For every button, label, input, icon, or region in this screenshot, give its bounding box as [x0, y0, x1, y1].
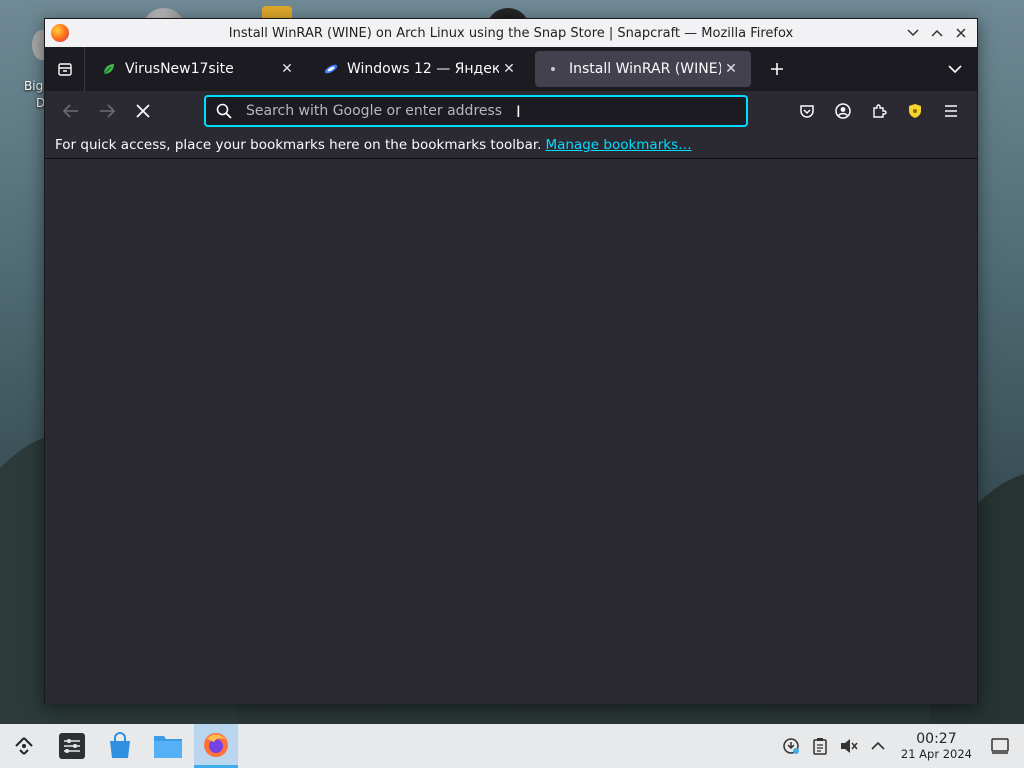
- close-tab-icon[interactable]: ✕: [499, 61, 519, 77]
- close-tab-icon[interactable]: ✕: [721, 61, 741, 77]
- tab-label: VirusNew17site: [125, 61, 234, 77]
- taskbar-discover-app[interactable]: [98, 724, 142, 768]
- settings-sliders-icon: [59, 733, 85, 759]
- tab-label: Windows 12 — Яндекс Д: [347, 61, 499, 77]
- firefox-view-button[interactable]: [45, 47, 85, 91]
- shield-extension-button[interactable]: [899, 95, 931, 127]
- account-button[interactable]: [827, 95, 859, 127]
- text-cursor-icon: I: [516, 102, 521, 121]
- show-hidden-icons-chevron-up-icon[interactable]: [864, 732, 892, 760]
- stop-loading-button[interactable]: [125, 95, 161, 127]
- hamburger-menu-icon: [945, 105, 957, 117]
- folder-icon: [154, 736, 182, 758]
- close-window-button[interactable]: [951, 23, 971, 43]
- firefox-view-icon: [57, 63, 72, 76]
- page-content-area[interactable]: [45, 160, 977, 704]
- chevron-down-icon: [948, 65, 962, 73]
- volume-muted-icon[interactable]: [835, 732, 863, 760]
- loading-dot-icon: [545, 61, 561, 77]
- firefox-icon: [204, 732, 228, 757]
- taskbar-settings-app[interactable]: [50, 724, 94, 768]
- forward-button[interactable]: [89, 95, 125, 127]
- bookmarks-toolbar: For quick access, place your bookmarks h…: [45, 131, 977, 159]
- desktop-icon-label-line1: Big: [24, 79, 44, 93]
- tab-bar: VirusNew17site ✕ Windows 12 — Яндекс Д ✕…: [45, 47, 977, 91]
- application-launcher[interactable]: [2, 724, 46, 768]
- taskbar: 00:27 21 Apr 2024: [0, 724, 1024, 768]
- launcher-icon: [15, 737, 33, 755]
- account-icon: [835, 103, 851, 119]
- shield-icon: [909, 104, 921, 118]
- close-tab-icon[interactable]: ✕: [277, 61, 297, 77]
- tab-virusnew17site[interactable]: VirusNew17site ✕: [91, 51, 307, 87]
- back-button[interactable]: [53, 95, 89, 127]
- toolbar-right: [791, 95, 967, 127]
- manage-bookmarks-link[interactable]: Manage bookmarks…: [545, 137, 691, 153]
- puzzle-icon: [873, 104, 887, 118]
- blue-swirl-icon: [323, 61, 339, 77]
- tab-install-winrar[interactable]: Install WinRAR (WINE) on ✕: [535, 51, 751, 87]
- bookmarks-hint-text: For quick access, place your bookmarks h…: [55, 136, 542, 153]
- list-all-tabs-button[interactable]: [941, 55, 969, 83]
- plus-icon: [771, 63, 783, 75]
- minimize-button[interactable]: [903, 23, 923, 43]
- search-icon: [216, 103, 232, 119]
- show-desktop-icon[interactable]: [986, 732, 1014, 760]
- extensions-button[interactable]: [863, 95, 895, 127]
- arrow-left-icon: [63, 104, 78, 118]
- clock-date: 21 Apr 2024: [900, 747, 972, 761]
- app-menu-button[interactable]: [935, 95, 967, 127]
- digital-clock[interactable]: 00:27 21 Apr 2024: [901, 731, 972, 761]
- clock-time: 00:27: [916, 731, 957, 747]
- taskbar-file-manager[interactable]: [146, 724, 190, 768]
- window-controls: [903, 23, 971, 43]
- address-input[interactable]: [246, 103, 666, 119]
- desktop-icon-label: Big D: [24, 78, 45, 112]
- address-bar[interactable]: I: [204, 95, 748, 127]
- tab-label: Install WinRAR (WINE) on: [569, 61, 721, 77]
- window-title: Install WinRAR (WINE) on Arch Linux usin…: [228, 25, 794, 41]
- firefox-icon: [51, 24, 69, 42]
- stop-icon: [136, 104, 150, 118]
- pocket-button[interactable]: [791, 95, 823, 127]
- shopping-bag-icon: [110, 732, 130, 758]
- navigation-toolbar: I: [45, 91, 977, 131]
- updates-icon[interactable]: [777, 732, 805, 760]
- clipboard-icon[interactable]: [806, 732, 834, 760]
- desktop-icon-label-line2: D: [36, 96, 46, 110]
- green-leaf-icon: [101, 61, 117, 77]
- taskbar-firefox[interactable]: [194, 724, 238, 768]
- tab-windows-12-yandex[interactable]: Windows 12 — Яндекс Д ✕: [313, 51, 529, 87]
- maximize-button[interactable]: [927, 23, 947, 43]
- firefox-window: Install WinRAR (WINE) on Arch Linux usin…: [44, 18, 978, 704]
- system-tray: 00:27 21 Apr 2024: [777, 724, 1024, 768]
- arrow-right-icon: [100, 104, 115, 118]
- window-titlebar[interactable]: Install WinRAR (WINE) on Arch Linux usin…: [45, 19, 977, 47]
- new-tab-button[interactable]: [759, 51, 795, 87]
- pocket-icon: [800, 105, 814, 118]
